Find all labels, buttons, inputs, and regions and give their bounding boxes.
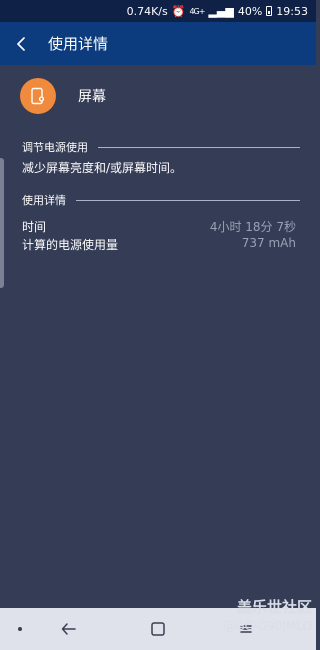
divider xyxy=(98,146,300,148)
scroll-handle[interactable] xyxy=(0,158,4,288)
watermark-handle: @GC-G90JMLO xyxy=(223,619,312,633)
chevron-left-icon xyxy=(17,36,25,51)
divider xyxy=(76,199,300,201)
screen-brightness-icon xyxy=(31,87,45,105)
power-tip[interactable]: 减少屏幕亮度和/或屏幕时间。 xyxy=(22,159,182,176)
watermark: 盖乐世社区 @GC-G90JMLO xyxy=(198,596,316,640)
detail-label: 时间 xyxy=(22,220,47,234)
app-name: 屏幕 xyxy=(78,89,106,105)
home-button[interactable] xyxy=(144,616,172,642)
app-bar: 使用详情 xyxy=(0,22,316,65)
dot-button[interactable] xyxy=(6,616,34,642)
signal-icon: ▂▄▆ xyxy=(208,4,234,18)
detail-label: 计算的电源使用量 xyxy=(22,238,119,252)
network-speed: 0.74K/s xyxy=(126,4,168,18)
battery-icon xyxy=(266,6,273,16)
network-type: 4G+ xyxy=(189,6,205,16)
back-arrow-icon xyxy=(61,623,76,635)
status-bar: 0.74K/s ⏰ 4G+ ▂▄▆ 40% 19:53 xyxy=(0,0,316,22)
dot-icon xyxy=(18,627,22,631)
page-title: 使用详情 xyxy=(48,35,109,53)
app-summary: 屏幕 xyxy=(0,65,316,127)
section-title: 调节电源使用 xyxy=(22,141,88,154)
back-button[interactable] xyxy=(0,22,44,65)
nav-back-button[interactable] xyxy=(55,616,83,642)
battery-percent: 40% xyxy=(237,4,263,18)
detail-row-power: 计算的电源使用量 737 mAh xyxy=(22,236,296,253)
detail-value: 737 mAh xyxy=(241,236,296,250)
detail-value: 4小时 18分 7秒 xyxy=(209,220,296,234)
app-icon xyxy=(20,78,56,114)
clock: 19:53 xyxy=(276,4,308,18)
watermark-title: 盖乐世社区 xyxy=(236,598,312,616)
section-header-details: 使用详情 xyxy=(22,192,300,208)
section-title: 使用详情 xyxy=(22,194,66,207)
home-square-icon xyxy=(151,622,165,636)
detail-row-time: 时间 4小时 18分 7秒 xyxy=(22,218,296,235)
alarm-icon: ⏰ xyxy=(171,4,186,18)
section-header-power: 调节电源使用 xyxy=(22,139,300,155)
